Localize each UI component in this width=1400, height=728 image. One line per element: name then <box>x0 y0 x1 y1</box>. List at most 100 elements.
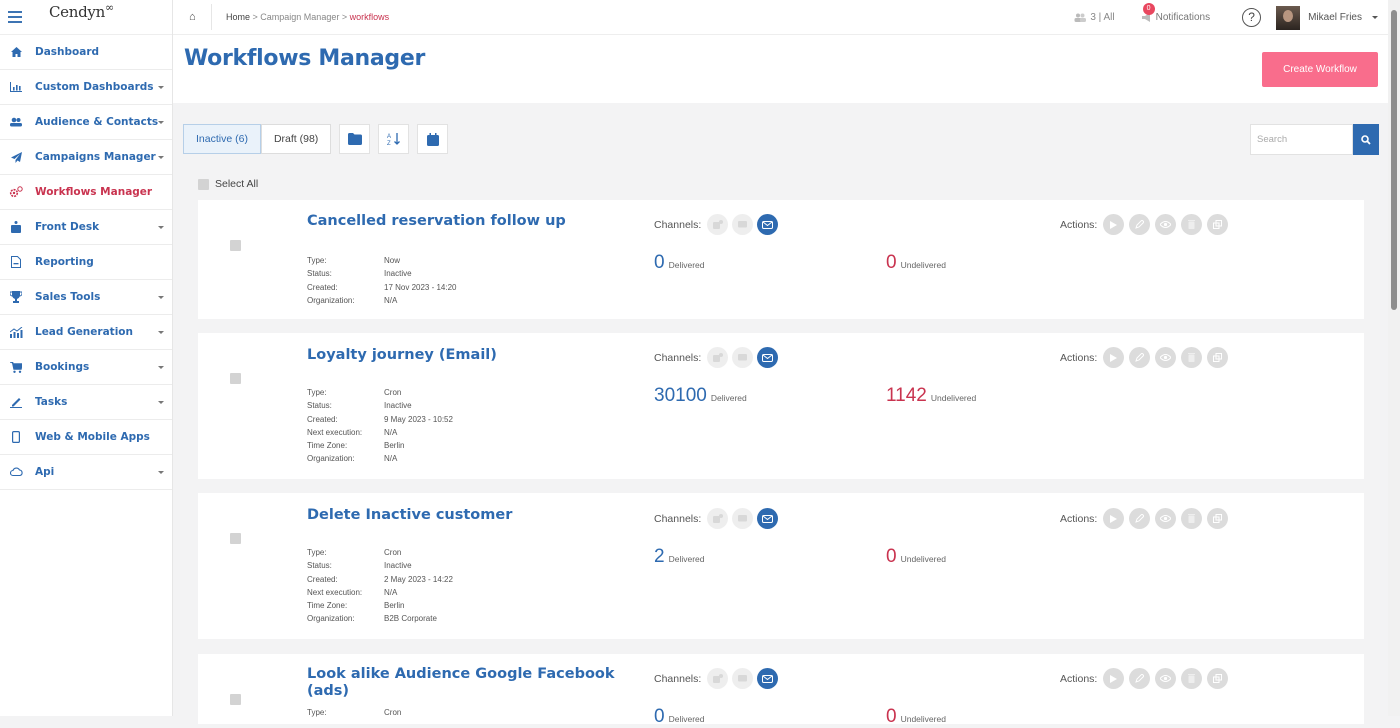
duplicate-button[interactable] <box>1207 214 1229 235</box>
chevron-down-icon[interactable] <box>158 121 164 124</box>
undelivered-stat: 0 Undelivered <box>886 546 946 568</box>
workflow-checkbox[interactable] <box>230 240 241 251</box>
workflow-title[interactable]: Loyalty journey (Email) <box>307 347 637 364</box>
folder-button[interactable] <box>339 124 371 154</box>
workflow-checkbox[interactable] <box>230 373 241 384</box>
workflow-title[interactable]: Cancelled reservation follow up <box>307 213 637 230</box>
delivered-stat: 30100 Delivered <box>654 385 747 407</box>
scrollbar[interactable] <box>1388 0 1400 716</box>
delete-button[interactable] <box>1181 214 1203 235</box>
view-button[interactable] <box>1155 668 1177 689</box>
sidebar-item-label: Front Desk <box>35 221 100 233</box>
sidebar-item-web-mobile-apps[interactable]: Web & Mobile Apps <box>0 420 172 455</box>
sms-icon <box>732 347 754 368</box>
meta-row: Type: Cron <box>307 546 453 559</box>
sidebar-item-reporting[interactable]: Reporting <box>0 245 172 280</box>
workflow-checkbox[interactable] <box>230 694 241 705</box>
undelivered-label: Undelivered <box>900 554 946 564</box>
edit-button[interactable] <box>1129 508 1151 529</box>
chevron-down-icon[interactable] <box>158 331 164 334</box>
delete-icon <box>1188 674 1196 683</box>
sidebar-item-front-desk[interactable]: Front Desk <box>0 210 172 245</box>
meta-row: Next execution: N/A <box>307 586 453 599</box>
growth-chart-icon <box>9 325 23 339</box>
sort-button[interactable]: AZ <box>378 124 410 154</box>
delete-button[interactable] <box>1181 508 1203 529</box>
meta-key: Organization: <box>307 614 355 624</box>
play-button[interactable] <box>1103 347 1125 368</box>
tab-inactive[interactable]: Inactive (6) <box>183 124 261 154</box>
sidebar-item-lead-generation[interactable]: Lead Generation <box>0 315 172 350</box>
channels-label: Channels: <box>654 672 702 685</box>
delete-button[interactable] <box>1181 347 1203 368</box>
sidebar-item-label: Campaigns Manager <box>35 151 156 163</box>
sidebar-item-campaigns-manager[interactable]: Campaigns Manager <box>0 140 172 175</box>
edit-button[interactable] <box>1129 214 1151 235</box>
breadcrumb-home[interactable]: Home <box>226 12 250 22</box>
audience-selector[interactable]: 3 | All <box>1074 12 1115 23</box>
sidebar-item-dashboard[interactable]: Dashboard <box>0 35 172 70</box>
sidebar-item-audience-contacts[interactable]: Audience & Contacts <box>0 105 172 140</box>
search-button[interactable] <box>1353 124 1379 155</box>
user-name[interactable]: Mikael Fries <box>1308 12 1362 23</box>
sidebar-item-label: Reporting <box>35 256 94 268</box>
workflow-title[interactable]: Look alike Audience Google Facebook (ads… <box>307 666 637 700</box>
view-button[interactable] <box>1155 214 1177 235</box>
play-button[interactable] <box>1103 214 1125 235</box>
meta-key: Time Zone: <box>307 601 348 611</box>
sidebar-item-tasks[interactable]: Tasks <box>0 385 172 420</box>
calendar-button[interactable] <box>417 124 449 154</box>
sidebar-item-sales-tools[interactable]: Sales Tools <box>0 280 172 315</box>
meta-key: Next execution: <box>307 427 363 437</box>
edit-button[interactable] <box>1129 347 1151 368</box>
duplicate-button[interactable] <box>1207 668 1229 689</box>
tab-draft[interactable]: Draft (98) <box>260 124 332 154</box>
create-workflow-button[interactable]: Create Workflow <box>1262 52 1378 87</box>
chevron-down-icon[interactable] <box>1372 16 1378 19</box>
chevron-down-icon[interactable] <box>158 156 164 159</box>
avatar[interactable] <box>1276 5 1301 30</box>
notifications-button[interactable]: 0 Notifications <box>1141 3 1210 23</box>
meta-value: 2 May 2023 - 14:22 <box>384 574 453 584</box>
play-button[interactable] <box>1103 668 1125 689</box>
play-icon <box>1110 514 1118 523</box>
chevron-down-icon[interactable] <box>158 471 164 474</box>
search-input[interactable] <box>1250 124 1353 155</box>
workflow-title[interactable]: Delete Inactive customer <box>307 507 637 524</box>
play-button[interactable] <box>1103 508 1125 529</box>
logo[interactable]: Cendyn∞ <box>49 1 114 21</box>
meta-row: Created: 2 May 2023 - 14:22 <box>307 573 453 586</box>
breadcrumb-campaign-manager[interactable]: Campaign Manager <box>260 12 339 22</box>
sidebar-item-label: Lead Generation <box>35 326 133 338</box>
view-button[interactable] <box>1155 508 1177 529</box>
chevron-down-icon[interactable] <box>158 401 164 404</box>
actions-label: Actions: <box>1060 512 1098 525</box>
home-icon <box>9 45 23 59</box>
view-button[interactable] <box>1155 347 1177 368</box>
sidebar-item-bookings[interactable]: Bookings <box>0 350 172 385</box>
workflow-card: Loyalty journey (Email) Type: Cron Status:… <box>198 333 1364 479</box>
help-icon[interactable]: ? <box>1242 8 1262 27</box>
meta-row: Status: Inactive <box>307 267 457 280</box>
duplicate-button[interactable] <box>1207 347 1229 368</box>
select-all-checkbox[interactable] <box>198 178 209 190</box>
select-all-label[interactable]: Select All <box>215 178 258 190</box>
duplicate-button[interactable] <box>1207 508 1229 529</box>
delete-button[interactable] <box>1181 668 1203 689</box>
edit-button[interactable] <box>1129 668 1151 689</box>
hamburger-menu-icon[interactable] <box>8 8 22 26</box>
meta-row: Status: Inactive <box>307 559 453 572</box>
chevron-down-icon[interactable] <box>158 86 164 89</box>
chevron-down-icon[interactable] <box>158 226 164 229</box>
scrollbar-thumb[interactable] <box>1391 10 1397 310</box>
sidebar-item-api[interactable]: Api <box>0 455 172 490</box>
workflow-checkbox[interactable] <box>230 533 241 544</box>
email-icon <box>757 668 779 689</box>
sidebar-item-workflows-manager[interactable]: Workflows Manager <box>0 175 172 210</box>
meta-row: Status: Inactive <box>307 399 453 412</box>
home-icon[interactable]: ⌂ <box>189 11 203 23</box>
chevron-down-icon[interactable] <box>158 366 164 369</box>
channels-label: Channels: <box>654 512 702 525</box>
sidebar-item-custom-dashboards[interactable]: Custom Dashboards <box>0 70 172 105</box>
chevron-down-icon[interactable] <box>158 296 164 299</box>
